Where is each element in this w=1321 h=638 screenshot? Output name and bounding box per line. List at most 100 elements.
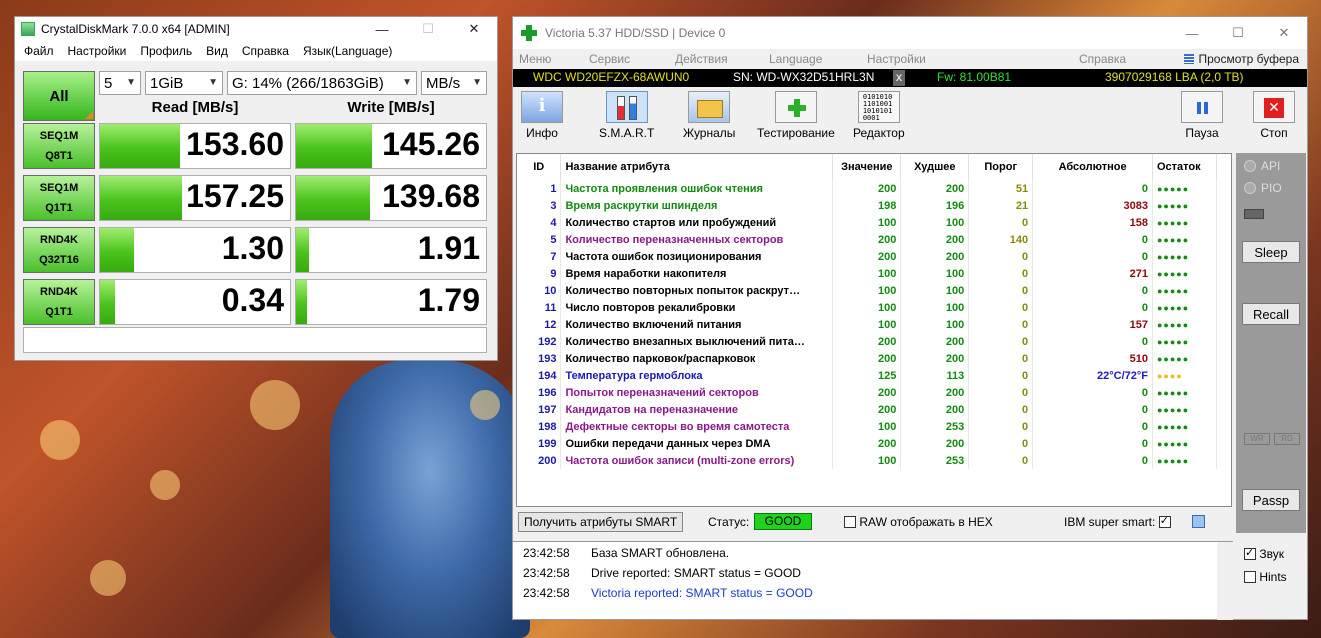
- table-row[interactable]: 192 Количество внезапных выключений пита……: [517, 333, 1217, 350]
- test-rnd4k-q1t1-button[interactable]: RND4K Q1T1: [23, 279, 95, 325]
- table-row[interactable]: 9 Время наработки накопителя 100 100 0 271 ●●●…: [517, 265, 1217, 282]
- table-row[interactable]: 193 Количество парковок/распарковок 200 200…: [517, 350, 1217, 367]
- buffer-view-button[interactable]: Просмотр буфера: [1184, 52, 1299, 66]
- checkbox-checked-icon: [1244, 546, 1256, 560]
- test-name: SEQ1M: [39, 130, 79, 142]
- unit-select[interactable]: MB/s ▼: [421, 71, 487, 95]
- size-select[interactable]: 1GiB ▼: [145, 71, 223, 95]
- sound-checkbox[interactable]: Звук: [1244, 546, 1284, 561]
- table-row[interactable]: 7 Частота ошибок позиционирования 200 200 0 0…: [517, 248, 1217, 265]
- get-smart-attributes-button[interactable]: Получить атрибуты SMART: [518, 512, 684, 532]
- menu-settings[interactable]: Настройки: [61, 44, 134, 58]
- close-icon[interactable]: ✕: [451, 17, 497, 41]
- menu-settings[interactable]: Настройки: [867, 52, 926, 66]
- table-row[interactable]: 10 Количество повторных попыток раскрут… 1…: [517, 282, 1217, 299]
- pause-button[interactable]: Пауза: [1181, 91, 1223, 140]
- table-row[interactable]: 194 Температура гермоблока 125 113 0 22°C/72°…: [517, 367, 1217, 384]
- menu-language[interactable]: Язык(Language): [296, 44, 399, 58]
- attr-id: 199: [517, 435, 562, 452]
- hints-checkbox[interactable]: Hints: [1244, 570, 1287, 584]
- test-params: Q1T1: [45, 202, 73, 214]
- table-row[interactable]: 12 Количество включений питания 100 100 0 157…: [517, 316, 1217, 333]
- test-seq1m-q1t1-button[interactable]: SEQ1M Q1T1: [23, 175, 95, 221]
- menu-bar: Файл Настройки Профиль Вид Справка Язык(…: [15, 41, 497, 61]
- minimize-icon[interactable]: —: [359, 17, 405, 41]
- color-indicator[interactable]: [1192, 515, 1205, 528]
- tab-logs[interactable]: Журналы: [683, 91, 735, 140]
- read-progress-bar: [100, 124, 180, 168]
- menu-language[interactable]: Language: [769, 52, 822, 66]
- close-drive-icon[interactable]: x: [893, 70, 905, 86]
- attr-raw: 3083: [1032, 197, 1153, 214]
- title-bar: CrystalDiskMark 7.0.0 x64 [ADMIN] — ☐ ✕: [15, 17, 497, 41]
- col-value[interactable]: Значение: [832, 154, 902, 180]
- ibm-super-smart-checkbox[interactable]: IBM super smart:: [1064, 514, 1171, 529]
- attr-name: Количество стартов или пробуждений: [560, 214, 834, 231]
- col-rest[interactable]: Остаток: [1152, 154, 1217, 180]
- menu-service[interactable]: Сервис: [589, 52, 630, 66]
- stop-button[interactable]: Стоп: [1253, 91, 1295, 140]
- all-button[interactable]: All: [23, 71, 95, 121]
- tab-testing[interactable]: Тестирование: [757, 91, 835, 140]
- count-select[interactable]: 5 ▼: [99, 71, 141, 95]
- col-worst[interactable]: Худшее: [900, 154, 970, 180]
- attr-raw: 158: [1032, 214, 1153, 231]
- menu-help[interactable]: Справка: [1079, 52, 1126, 66]
- drive-select[interactable]: G: 14% (266/1863GiB) ▼: [227, 71, 417, 95]
- col-name[interactable]: Название атрибута: [560, 154, 834, 180]
- attr-rest: ●●●●●: [1152, 214, 1217, 231]
- recall-button[interactable]: Recall: [1242, 303, 1300, 325]
- sleep-button[interactable]: Sleep: [1242, 241, 1300, 263]
- maximize-icon[interactable]: ☐: [1215, 21, 1261, 45]
- tab-editor[interactable]: 0101010 1101001 1010101 0001 Редактор: [853, 91, 905, 140]
- read-value: 1.30: [221, 230, 284, 266]
- write-progress-bar: [296, 228, 310, 272]
- table-row[interactable]: 196 Попыток переназначений секторов 200 200…: [517, 384, 1217, 401]
- menu-view[interactable]: Вид: [199, 44, 235, 58]
- attr-name: Кандидатов на переназначение: [560, 401, 834, 418]
- tab-smart[interactable]: S.M.A.R.T: [599, 91, 654, 140]
- menu-profile[interactable]: Профиль: [133, 44, 199, 58]
- attr-worst: 100: [900, 316, 970, 333]
- attr-rest: ●●●●●: [1152, 180, 1217, 197]
- log-line: 23:42:58 Drive reported: SMART status = G…: [523, 566, 801, 580]
- attr-name: Попыток переназначений секторов: [560, 384, 834, 401]
- col-raw[interactable]: Абсолютное: [1032, 154, 1153, 180]
- menu-actions[interactable]: Действия: [675, 52, 728, 66]
- test-seq1m-q8t1-button[interactable]: SEQ1M Q8T1: [23, 123, 95, 169]
- table-row[interactable]: 3 Время раскрутки шпинделя 198 196 21 3083 ●●●…: [517, 197, 1217, 214]
- table-row[interactable]: 5 Количество переназначенных секторов 200 2…: [517, 231, 1217, 248]
- attr-value: 200: [832, 180, 902, 197]
- pause-label: Пауза: [1185, 126, 1219, 140]
- table-row[interactable]: 4 Количество стартов или пробуждений 100 10…: [517, 214, 1217, 231]
- minimize-icon[interactable]: —: [1169, 21, 1215, 45]
- table-row[interactable]: 197 Кандидатов на переназначение 200 200 0 0 ●…: [517, 401, 1217, 418]
- pio-radio[interactable]: PIO: [1244, 181, 1282, 195]
- comment-input[interactable]: [23, 327, 487, 353]
- table-row[interactable]: 199 Ошибки передачи данных через DMA 200 20…: [517, 435, 1217, 452]
- table-row[interactable]: 200 Частота ошибок записи (multi-zone err…: [517, 452, 1217, 469]
- log-scrollbar[interactable]: [1217, 542, 1233, 620]
- log-time: 23:42:58: [523, 586, 570, 600]
- write-header: Write [MB/s]: [347, 99, 435, 116]
- table-row[interactable]: 11 Число повторов рекалибровки 100 100 0 0 ●●●…: [517, 299, 1217, 316]
- maximize-icon[interactable]: ☐: [405, 17, 451, 41]
- close-icon[interactable]: ✕: [1261, 21, 1307, 45]
- attr-id: 10: [517, 282, 562, 299]
- col-threshold[interactable]: Порог: [968, 154, 1034, 180]
- col-id[interactable]: ID: [517, 154, 562, 180]
- menu-file[interactable]: Файл: [17, 44, 61, 58]
- menu-main[interactable]: Меню: [519, 52, 551, 66]
- attr-threshold: 21: [968, 197, 1034, 214]
- api-radio[interactable]: API: [1244, 159, 1280, 173]
- raw-hex-checkbox[interactable]: RAW отображать в HEX: [844, 515, 993, 529]
- attr-threshold: 0: [968, 350, 1034, 367]
- test-rnd4k-q32t16-button[interactable]: RND4K Q32T16: [23, 227, 95, 273]
- table-row[interactable]: 1 Частота проявления ошибок чтения 200 200 5…: [517, 180, 1217, 197]
- tab-info[interactable]: Инфо: [521, 91, 563, 140]
- table-row[interactable]: 198 Дефектные секторы во время самотеста 1…: [517, 418, 1217, 435]
- attr-worst: 113: [900, 367, 970, 384]
- menu-help[interactable]: Справка: [235, 44, 296, 58]
- attr-name: Количество внезапных выключений пита…: [560, 333, 834, 350]
- passp-button[interactable]: Passp: [1242, 489, 1300, 511]
